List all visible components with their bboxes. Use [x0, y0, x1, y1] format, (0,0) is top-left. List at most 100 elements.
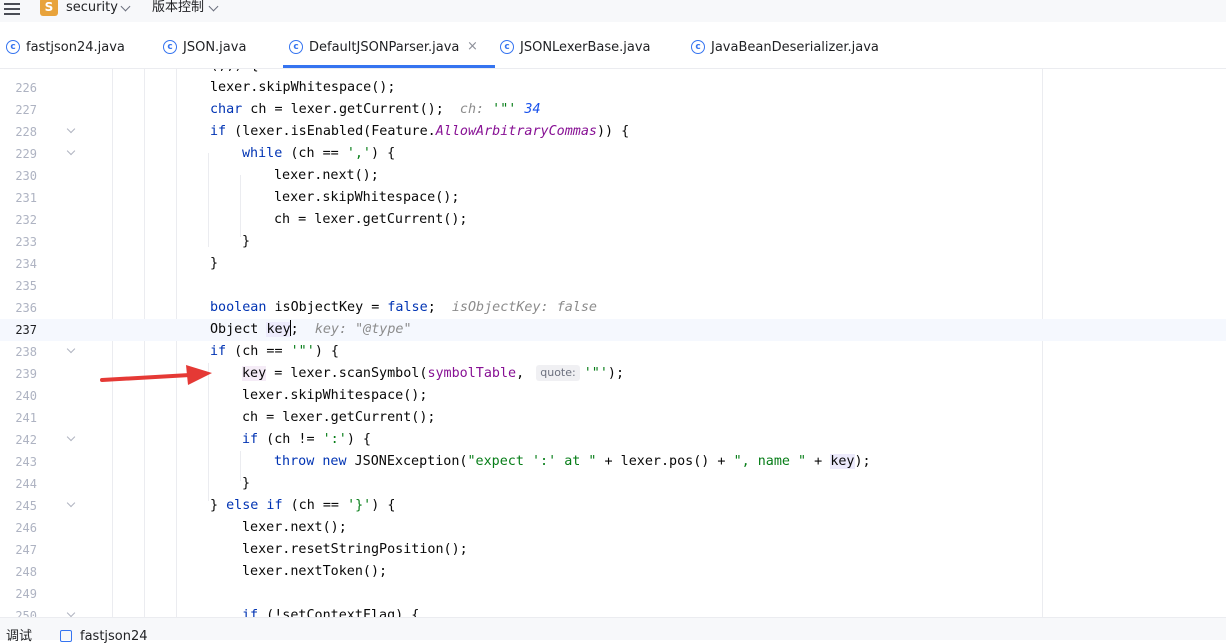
- code-line: 246 lexer.next();: [0, 517, 1226, 539]
- code-text: for (;;) {: [178, 69, 259, 77]
- java-class-icon: c: [6, 40, 20, 54]
- code-text: char ch = lexer.getCurrent(); ch: '"' 34: [210, 102, 541, 117]
- line-number: 227: [15, 103, 37, 117]
- fold-chevron-icon[interactable]: [66, 432, 76, 442]
- fold-chevron-icon[interactable]: [66, 124, 76, 134]
- fold-chevron-icon[interactable]: [66, 344, 76, 354]
- code-line: 226 lexer.skipWhitespace();: [0, 77, 1226, 99]
- line-number: 247: [15, 543, 37, 557]
- java-class-icon: c: [691, 40, 705, 54]
- chevron-down-icon[interactable]: [208, 1, 219, 12]
- debug-tool-window-bar: 调试 fastjson24: [0, 617, 1226, 644]
- line-number: 243: [15, 455, 37, 469]
- debug-tab[interactable]: 调试: [6, 630, 32, 644]
- line-number: 239: [15, 367, 37, 381]
- code-text: } else if (ch == '}') {: [210, 498, 396, 513]
- code-text: ch = lexer.getCurrent();: [242, 410, 436, 425]
- code-text: while (ch == ',') {: [242, 146, 396, 161]
- line-number: 235: [15, 279, 37, 293]
- code-line: 250 if (!setContextFlag) {: [0, 605, 1226, 617]
- code-text: lexer.resetStringPosition();: [242, 542, 468, 557]
- editor-tab-bar: c fastjson24.java c JSON.java c DefaultJ…: [0, 30, 1226, 69]
- code-line: 238 if (ch == '"') {: [0, 341, 1226, 363]
- code-text: key = lexer.scanSymbol(symbolTable, quot…: [242, 365, 625, 381]
- inline-value-hint: ch: '"' 34: [459, 102, 541, 117]
- fold-chevron-icon[interactable]: [66, 498, 76, 508]
- line-number: 226: [15, 81, 37, 95]
- line-number: 241: [15, 411, 37, 425]
- line-number: 249: [15, 587, 37, 601]
- line-number: 230: [15, 169, 37, 183]
- code-line: 245 } else if (ch == '}') {: [0, 495, 1226, 517]
- inline-value-hint: key: "@type": [314, 322, 412, 337]
- code-line: 229 while (ch == ',') {: [0, 143, 1226, 165]
- tab-defaultjsonparser[interactable]: c DefaultJSONParser.java ×: [283, 30, 495, 68]
- tab-label: JSONLexerBase.java: [520, 40, 651, 55]
- line-number: 237: [15, 323, 37, 337]
- code-text: }: [242, 476, 251, 491]
- line-number: 246: [15, 521, 37, 535]
- main-menu-icon[interactable]: [4, 0, 20, 16]
- line-number: 233: [15, 235, 37, 249]
- java-class-icon: c: [500, 40, 514, 54]
- code-line: 241 ch = lexer.getCurrent();: [0, 407, 1226, 429]
- tab-label: JavaBeanDeserializer.java: [711, 40, 879, 55]
- line-number: 236: [15, 301, 37, 315]
- fold-chevron-icon[interactable]: [66, 146, 76, 156]
- code-text: Object key; key: "@type": [210, 320, 412, 337]
- tab-label: JSON.java: [183, 40, 247, 55]
- code-text: if (ch == '"') {: [210, 344, 339, 359]
- code-line: 239 key = lexer.scanSymbol(symbolTable, …: [0, 363, 1226, 385]
- code-line: 235: [0, 275, 1226, 297]
- code-text: if (!setContextFlag) {: [242, 608, 420, 617]
- code-text: lexer.skipWhitespace();: [242, 388, 428, 403]
- line-number: 248: [15, 565, 37, 579]
- code-text: if (ch != ':') {: [242, 432, 371, 447]
- code-line: 248 lexer.nextToken();: [0, 561, 1226, 583]
- code-editor[interactable]: for (;;) { 226 lexer.skipWhitespace(); 2…: [0, 69, 1226, 617]
- code-line: 242 if (ch != ':') {: [0, 429, 1226, 451]
- close-icon[interactable]: ×: [467, 39, 478, 54]
- parameter-name-hint: quote:: [536, 365, 580, 381]
- chevron-down-icon[interactable]: [120, 1, 131, 12]
- code-text: lexer.next();: [274, 168, 379, 183]
- java-class-icon: c: [163, 40, 177, 54]
- code-line: 233 }: [0, 231, 1226, 253]
- line-number: 234: [15, 257, 37, 271]
- run-config-tab[interactable]: fastjson24: [80, 630, 148, 644]
- line-number: 232: [15, 213, 37, 227]
- line-number: 238: [15, 345, 37, 359]
- code-line: for (;;) {: [0, 69, 1226, 77]
- line-number: 244: [15, 477, 37, 491]
- code-text: }: [242, 234, 251, 249]
- code-text: ch = lexer.getCurrent();: [274, 212, 468, 227]
- active-tab-indicator: [283, 65, 495, 68]
- line-number: 242: [15, 433, 37, 447]
- run-config-icon: [60, 630, 72, 642]
- vcs-menu[interactable]: 版本控制: [152, 0, 204, 15]
- code-line: 227 char ch = lexer.getCurrent(); ch: '"…: [0, 99, 1226, 121]
- line-number: 228: [15, 125, 37, 139]
- code-text: lexer.skipWhitespace();: [210, 80, 396, 95]
- text-caret: [289, 320, 292, 336]
- current-code-line: 237 Object key; key: "@type": [0, 319, 1226, 341]
- line-number: 250: [15, 609, 37, 617]
- code-line: 243 throw new JSONException("expect ':' …: [0, 451, 1226, 473]
- code-line: 230 lexer.next();: [0, 165, 1226, 187]
- project-badge-icon: S: [40, 0, 58, 16]
- java-class-icon: c: [289, 40, 303, 54]
- inline-value-hint: isObjectKey: false: [451, 300, 597, 315]
- tab-label: DefaultJSONParser.java: [309, 40, 460, 55]
- code-line: 232 ch = lexer.getCurrent();: [0, 209, 1226, 231]
- tab-label: fastjson24.java: [26, 40, 125, 55]
- project-name[interactable]: security: [66, 0, 118, 15]
- line-number: 240: [15, 389, 37, 403]
- code-line: 247 lexer.resetStringPosition();: [0, 539, 1226, 561]
- code-line: 234 }: [0, 253, 1226, 275]
- line-number: 245: [15, 499, 37, 513]
- code-text: lexer.skipWhitespace();: [274, 190, 460, 205]
- line-number: 231: [15, 191, 37, 205]
- code-text: throw new JSONException("expect ':' at "…: [274, 454, 871, 469]
- fold-chevron-icon[interactable]: [66, 608, 76, 617]
- line-number: 229: [15, 147, 37, 161]
